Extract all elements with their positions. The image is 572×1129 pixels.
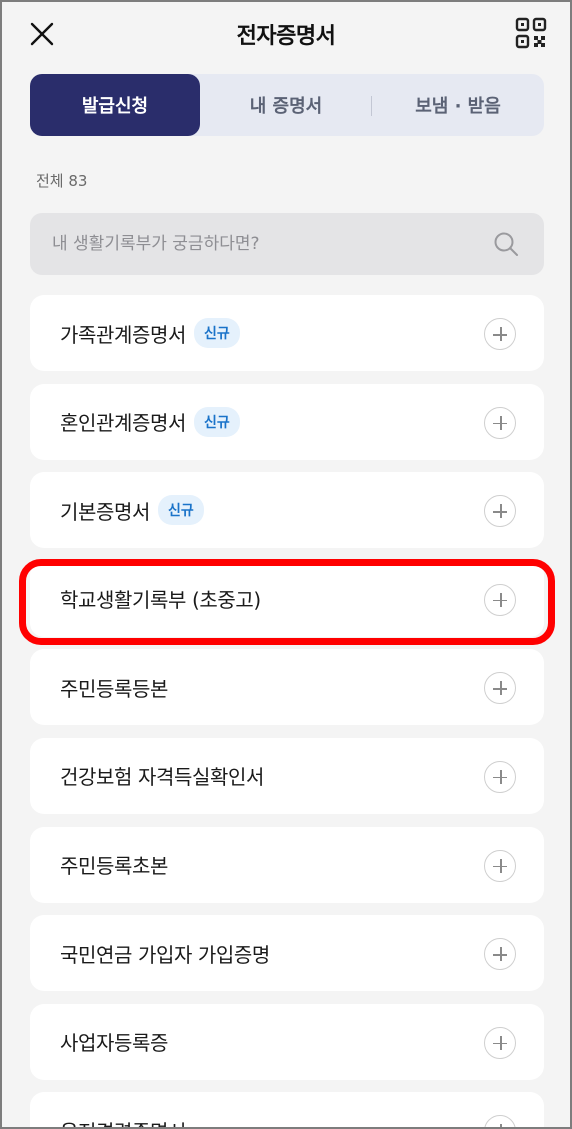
tab-label: 보냄 · 받음 <box>415 96 501 117</box>
list-item-family-relation[interactable]: 가족관계증명서 신규 <box>30 295 544 371</box>
list-item-driving-record[interactable]: 운전경력증명서 <box>30 1092 544 1127</box>
header: 전자증명서 <box>2 2 570 64</box>
plus-icon[interactable] <box>484 760 516 793</box>
plus-icon[interactable] <box>484 583 516 616</box>
plus-icon[interactable] <box>484 849 516 882</box>
page-title: 전자증명서 <box>236 24 336 49</box>
tab-sent-received[interactable]: 보냄 · 받음 <box>372 74 544 136</box>
search-icon[interactable] <box>492 230 520 258</box>
item-label: 건강보험 자격득실확인서 <box>60 765 264 790</box>
plus-icon[interactable] <box>484 495 516 528</box>
app-screen: 전자증명서 발급신청 내 증명서 보냄 · 받음 전체 83 내 생활기록부가 … <box>0 0 572 1129</box>
new-badge: 신규 <box>194 318 240 348</box>
list-item-school-record[interactable]: 학교생활기록부 (초중고) <box>30 560 544 637</box>
new-badge: 신규 <box>194 406 240 437</box>
plus-icon[interactable] <box>484 672 516 705</box>
plus-icon[interactable] <box>484 1115 516 1127</box>
item-label: 운전경력증명서 <box>60 1116 186 1127</box>
certificate-list: 가족관계증명서 신규 혼인관계증명서 신규 기본증명서 신규 학교생활기록부 (… <box>30 295 544 1127</box>
tab-label: 내 증명서 <box>249 96 323 117</box>
list-item-business-registration[interactable]: 사업자등록증 <box>30 1003 544 1080</box>
item-label: 사업자등록증 <box>60 1031 168 1056</box>
item-label: 혼인관계증명서 <box>60 411 186 436</box>
tab-bar: 발급신청 내 증명서 보냄 · 받음 <box>30 74 544 136</box>
qr-code-icon[interactable] <box>514 16 548 50</box>
search-bar[interactable] <box>30 213 544 275</box>
total-count: 전체 83 <box>36 172 88 190</box>
plus-icon[interactable] <box>484 1026 516 1059</box>
list-item-resident-registration-abstract[interactable]: 주민등록초본 <box>30 826 544 903</box>
plus-icon[interactable] <box>484 318 516 350</box>
tab-issue-request[interactable]: 발급신청 <box>30 74 200 136</box>
item-label: 학교생활기록부 (초중고) <box>60 588 261 613</box>
item-label: 국민연금 가입자 가입증명 <box>60 942 270 967</box>
item-label: 주민등록등본 <box>60 676 168 701</box>
list-item-basic-certificate[interactable]: 기본증명서 신규 <box>30 472 544 549</box>
list-item-resident-registration-copy[interactable]: 주민등록등본 <box>30 649 544 726</box>
item-label: 가족관계증명서 <box>60 322 186 347</box>
item-label: 주민등록초본 <box>60 854 168 879</box>
plus-icon[interactable] <box>484 938 516 971</box>
new-badge: 신규 <box>158 495 204 526</box>
item-label: 기본증명서 <box>60 499 150 524</box>
list-item-marriage-relation[interactable]: 혼인관계증명서 신규 <box>30 383 544 460</box>
tab-label: 발급신청 <box>81 96 149 117</box>
tab-my-certificates[interactable]: 내 증명서 <box>200 74 372 136</box>
list-item-national-pension[interactable]: 국민연금 가입자 가입증명 <box>30 915 544 992</box>
plus-icon[interactable] <box>484 406 516 439</box>
list-item-health-insurance[interactable]: 건강보험 자격득실확인서 <box>30 737 544 814</box>
search-input[interactable] <box>52 213 482 275</box>
